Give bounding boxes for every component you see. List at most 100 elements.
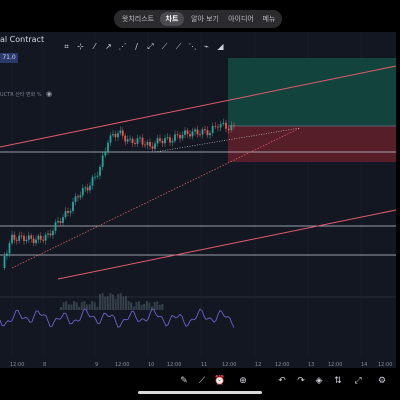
volume-bar bbox=[67, 304, 70, 310]
candle-body bbox=[204, 129, 206, 131]
eye-icon[interactable]: ◉ bbox=[46, 90, 55, 99]
candle-body bbox=[219, 124, 222, 128]
long-position-target-zone[interactable] bbox=[228, 58, 396, 126]
candle-body bbox=[104, 151, 107, 156]
layers-icon[interactable]: ◈ bbox=[313, 375, 325, 387]
time-axis-label: 11 bbox=[201, 362, 208, 368]
compare-icon[interactable]: ⇅ bbox=[332, 375, 344, 387]
candle-body bbox=[25, 239, 28, 242]
candle-body bbox=[89, 185, 91, 191]
candle-body bbox=[37, 235, 40, 240]
time-axis-label: 12:00 bbox=[275, 362, 290, 368]
volume-bar bbox=[117, 294, 120, 310]
draw-icon[interactable]: ⟋ bbox=[196, 375, 208, 387]
pencil-icon[interactable]: ✎ bbox=[178, 375, 190, 387]
magnet-icon[interactable]: ⌁ bbox=[202, 41, 211, 52]
volume-bar bbox=[88, 304, 91, 310]
fullscreen-icon[interactable]: ⤢ bbox=[352, 375, 364, 387]
alert-clock-icon[interactable]: ⏰ bbox=[214, 375, 226, 387]
text-icon[interactable]: ⤢ bbox=[146, 41, 155, 52]
candle-body bbox=[184, 130, 186, 135]
candle-body bbox=[67, 211, 69, 213]
candle-body bbox=[77, 196, 79, 198]
candle-body bbox=[211, 125, 214, 133]
candle-body bbox=[44, 234, 47, 241]
candle-body bbox=[191, 131, 194, 137]
symbol-title[interactable]: al Contract bbox=[0, 35, 44, 45]
arrow-icon[interactable]: ↗ bbox=[104, 41, 113, 52]
time-axis-label: 10 bbox=[148, 362, 155, 368]
candle-body bbox=[6, 253, 8, 256]
time-axis-label: 12:00 bbox=[378, 362, 393, 368]
candle-body bbox=[94, 176, 96, 178]
right-price-scale[interactable] bbox=[396, 32, 400, 368]
time-axis-label: 9 bbox=[95, 362, 99, 368]
candle-body bbox=[181, 134, 184, 139]
save-icon[interactable]: ⌗ bbox=[62, 41, 71, 52]
time-axis-label: 14 bbox=[361, 362, 368, 368]
candle-body bbox=[136, 138, 139, 144]
tab-menu[interactable]: 메뉴 bbox=[259, 12, 279, 26]
candle-body bbox=[59, 220, 62, 223]
volume-bar bbox=[99, 294, 101, 310]
candle-body bbox=[196, 129, 199, 135]
redo-icon[interactable]: ↷ bbox=[295, 375, 307, 387]
candle-body bbox=[54, 222, 57, 231]
tab-explore[interactable]: 알아 보기 bbox=[187, 12, 223, 26]
home-indicator bbox=[138, 391, 262, 394]
volume-bar bbox=[148, 302, 151, 310]
volume-bar bbox=[130, 302, 133, 310]
candle-body bbox=[109, 135, 112, 143]
brush-icon[interactable]: ∕ bbox=[132, 41, 141, 52]
volume-bar bbox=[73, 301, 75, 310]
forecast-icon[interactable]: ⋱ bbox=[188, 41, 197, 52]
volume-bar bbox=[65, 301, 68, 310]
candle-body bbox=[84, 187, 87, 189]
candle-body bbox=[154, 143, 156, 149]
time-axis-label: 12:00 bbox=[10, 362, 25, 368]
candle-body bbox=[64, 211, 67, 218]
time-axis-label: 12:00 bbox=[328, 362, 343, 368]
candle-body bbox=[233, 125, 235, 127]
tab-ideas[interactable]: 아이디어 bbox=[226, 12, 256, 26]
settings-icon[interactable]: ⚙ bbox=[376, 375, 388, 387]
candle-body bbox=[15, 239, 18, 241]
volume-bar bbox=[78, 306, 81, 310]
volume-bar bbox=[101, 293, 104, 310]
candle-body bbox=[11, 234, 13, 244]
fib-icon[interactable]: ⋰ bbox=[118, 41, 127, 52]
long-position-stop-zone[interactable] bbox=[228, 126, 396, 162]
eraser-icon[interactable]: ◢ bbox=[216, 41, 225, 52]
candle-body bbox=[121, 130, 124, 136]
top-nav-bar: 왓치리스트 차트 알아 보기 아이디어 메뉴 bbox=[114, 10, 282, 28]
indicator-label[interactable]: UCTR 산타 변화 % bbox=[0, 91, 42, 99]
candle-body bbox=[35, 239, 37, 244]
candle-body bbox=[139, 137, 141, 139]
candle-body bbox=[107, 142, 109, 152]
add-plus-icon[interactable]: ⊕ bbox=[237, 375, 249, 387]
volume-bar bbox=[109, 293, 112, 310]
undo-icon[interactable]: ↶ bbox=[276, 375, 288, 387]
candle-body bbox=[166, 137, 169, 139]
candle-body bbox=[57, 220, 59, 223]
candle-body bbox=[32, 238, 35, 244]
crosshair-icon[interactable]: ⊹ bbox=[76, 41, 85, 52]
candle-body bbox=[225, 122, 227, 129]
time-axis-label: 13 bbox=[308, 362, 315, 368]
pattern-icon[interactable]: ⟋ bbox=[160, 41, 169, 52]
ruler-icon[interactable]: ⟋ bbox=[174, 41, 183, 52]
candle-body bbox=[23, 235, 25, 242]
candle-body bbox=[159, 138, 161, 141]
trend-line-icon[interactable]: ⁄ bbox=[90, 41, 99, 52]
tab-chart[interactable]: 차트 bbox=[160, 12, 184, 26]
volume-bar bbox=[93, 302, 96, 310]
candle-body bbox=[124, 135, 127, 142]
tab-watchlist[interactable]: 왓치리스트 bbox=[118, 12, 158, 26]
candle-body bbox=[129, 138, 131, 140]
candle-body bbox=[201, 129, 204, 135]
candle-body bbox=[74, 196, 77, 202]
price-chart[interactable] bbox=[0, 0, 400, 400]
candle-body bbox=[144, 144, 146, 146]
candle-body bbox=[47, 233, 49, 235]
candle-body bbox=[141, 137, 144, 145]
